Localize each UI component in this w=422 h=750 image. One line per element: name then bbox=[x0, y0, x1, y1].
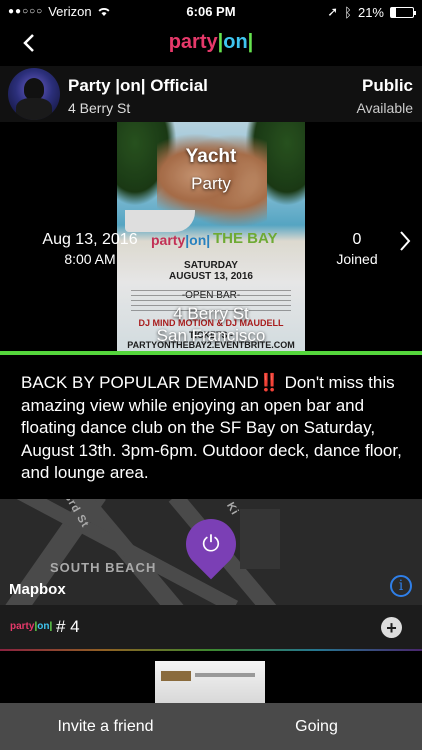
map-street-label: SOUTH BEACH bbox=[50, 560, 157, 575]
app-logo: party|on| bbox=[168, 31, 254, 53]
event-title: Yacht bbox=[185, 146, 237, 167]
event-street: 4 Berry St bbox=[173, 304, 249, 323]
event-date: Aug 13, 2016 bbox=[42, 231, 138, 248]
chat-row[interactable]: party|on| # 4 + bbox=[0, 605, 422, 649]
plus-circle-icon[interactable]: + bbox=[381, 617, 402, 638]
battery-level bbox=[391, 7, 396, 17]
host-address: 4 Berry St bbox=[68, 100, 131, 116]
visibility-label: Public bbox=[361, 76, 413, 95]
bluetooth-icon: ᛒ bbox=[344, 4, 352, 20]
info-icon[interactable]: i bbox=[390, 575, 412, 597]
avatar[interactable] bbox=[8, 68, 60, 120]
nav-bar: party|on| bbox=[0, 22, 422, 66]
host-row[interactable]: Party |on| Official 4 Berry St Public Av… bbox=[0, 66, 422, 122]
flyer-logo: party|on| bbox=[151, 232, 211, 248]
chat-number: # 4 bbox=[56, 617, 80, 636]
status-bar: ●●○○○ Verizon 6:06 PM ➚ ᛒ 21% bbox=[0, 0, 422, 22]
battery-icon bbox=[390, 6, 416, 18]
chevron-right-icon bbox=[400, 231, 411, 251]
location-arrow-icon: ➚ bbox=[327, 4, 339, 19]
battery-percent: 21% bbox=[357, 4, 384, 20]
host-name: Party |on| Official bbox=[68, 76, 208, 95]
status-right: ➚ ᛒ 21% bbox=[327, 4, 416, 20]
flyer-bay: THE BAY bbox=[213, 230, 278, 247]
invite-friend-button[interactable]: Invite a friend bbox=[0, 703, 211, 750]
yacht-image bbox=[125, 210, 195, 232]
map-block bbox=[240, 509, 280, 569]
event-city: San Francisco bbox=[156, 326, 266, 345]
bottom-action-bar: Invite a friend Going bbox=[0, 703, 422, 750]
joined-label: Joined bbox=[336, 251, 378, 267]
chat-logo: party|on| bbox=[10, 621, 53, 632]
event-map[interactable]: SOUTH BEACH 3rd St Ki ⏻ Mapbox i bbox=[0, 499, 422, 605]
availability-label: Available bbox=[356, 100, 413, 116]
event-banner: party|on| THE BAY SATURDAY AUGUST 13, 20… bbox=[0, 122, 422, 351]
power-icon: ⏻ bbox=[202, 531, 220, 556]
event-time: 8:00 AM bbox=[64, 251, 116, 267]
joined-count: 0 bbox=[352, 231, 362, 248]
map-road-label: Ki bbox=[224, 500, 241, 518]
mapbox-attribution[interactable]: Mapbox bbox=[9, 581, 66, 598]
next-event-button[interactable] bbox=[394, 226, 416, 256]
event-description: BACK BY POPULAR DEMAND‼️ Don't miss this… bbox=[0, 355, 422, 499]
feed-thumbnail[interactable] bbox=[155, 661, 265, 703]
event-type: Party bbox=[191, 174, 231, 193]
photo-feed[interactable] bbox=[0, 651, 422, 703]
going-button[interactable]: Going bbox=[211, 703, 422, 750]
